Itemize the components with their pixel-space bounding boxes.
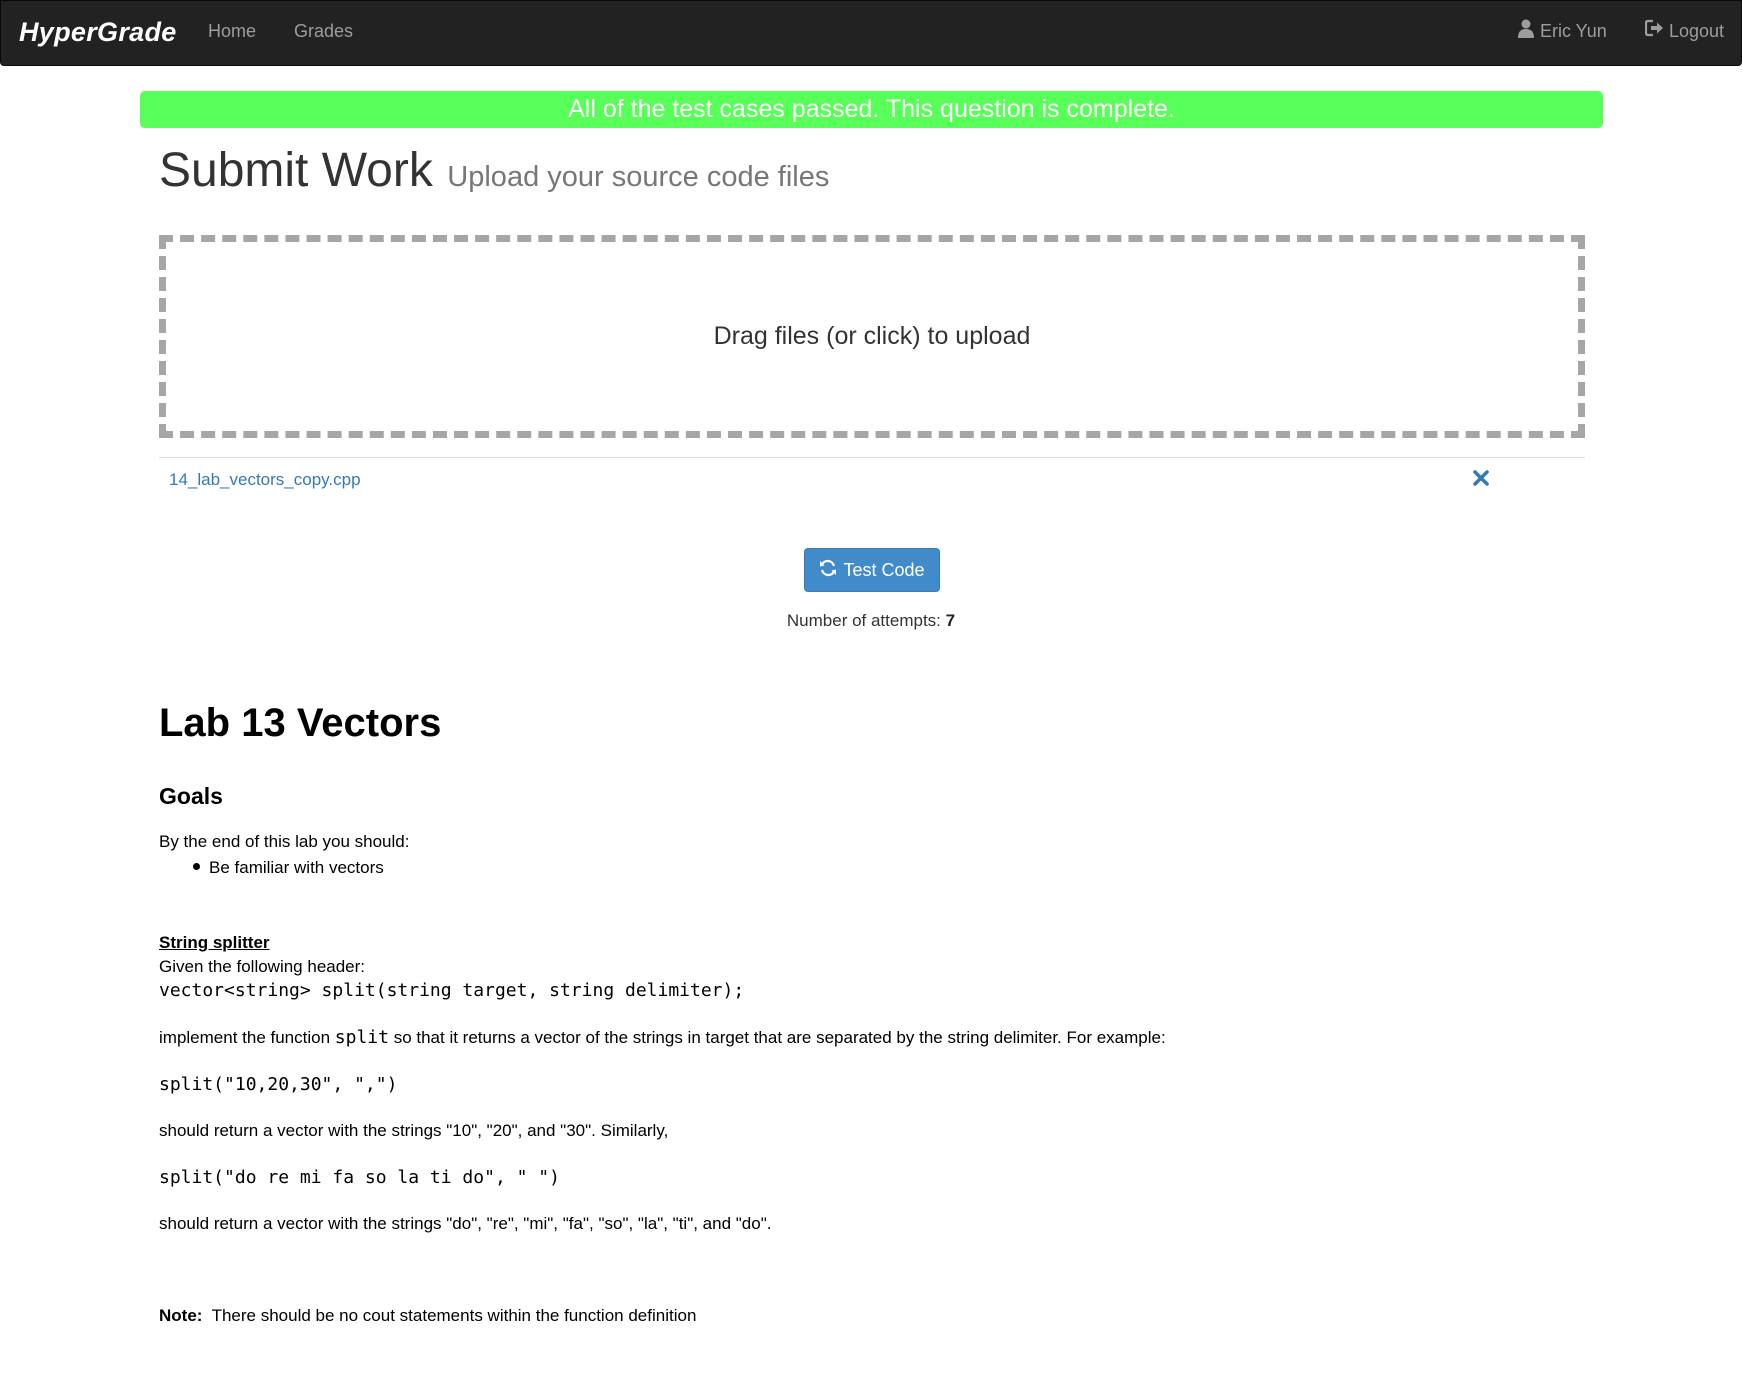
file-dropzone[interactable]: Drag files (or click) to upload: [159, 235, 1585, 438]
result1-text: should return a vector with the strings …: [159, 1121, 669, 1140]
uploaded-file-list: 14_lab_vectors_copy.cpp: [159, 457, 1585, 503]
test-code-button[interactable]: Test Code: [804, 548, 940, 592]
nav-home-link[interactable]: Home: [208, 19, 256, 43]
example1-code: split("10,20,30", ","): [159, 1074, 398, 1095]
page-subtitle: Upload your source code files: [447, 161, 830, 193]
given-text: Given the following header:: [159, 957, 366, 976]
uploaded-file-link[interactable]: 14_lab_vectors_copy.cpp: [169, 470, 361, 490]
page-header: Submit Work Upload your source code file…: [159, 143, 829, 198]
user-icon: [1518, 19, 1534, 44]
test-code-label: Test Code: [843, 559, 925, 580]
attempts-counter: Number of attempts: 7: [0, 611, 1742, 631]
dropzone-label: Drag files (or click) to upload: [713, 322, 1031, 350]
logout-label: Logout: [1669, 21, 1725, 41]
success-alert: All of the test cases passed. This quest…: [140, 91, 1603, 128]
attempts-count: 7: [945, 611, 956, 630]
user-menu-link[interactable]: Eric Yun: [1518, 19, 1607, 43]
implement-paragraph: implement the function split so that it …: [159, 1027, 1166, 1049]
bullet-icon: [193, 863, 200, 871]
user-name: Eric Yun: [1540, 21, 1607, 41]
brand-logo[interactable]: HyperGrade: [19, 14, 177, 50]
note-label: Note:: [159, 1306, 203, 1325]
section-title: String splitter: [159, 933, 270, 952]
note-paragraph: Note: There should be no cout statements…: [159, 1305, 696, 1327]
header-code: vector<string> split(string target, stri…: [159, 980, 745, 1001]
goal-list-item: Be familiar with vectors: [193, 857, 384, 879]
implement-code: split: [334, 1027, 389, 1048]
goals-heading: Goals: [159, 783, 223, 809]
attempts-label: Number of attempts:: [786, 611, 941, 630]
goal-text: Be familiar with vectors: [209, 858, 384, 877]
note-text: There should be no cout statements withi…: [211, 1306, 697, 1325]
logout-link[interactable]: Logout: [1644, 19, 1725, 43]
example2-code: split("do re mi fa so la ti do", " "): [159, 1167, 560, 1188]
result2-text: should return a vector with the strings …: [159, 1214, 772, 1233]
top-navbar: HyperGrade Home Grades Eric Yun Logout: [0, 0, 1742, 66]
goals-intro: By the end of this lab you should:: [159, 832, 410, 851]
refresh-icon: [819, 559, 837, 582]
implement-post: so that it returns a vector of the strin…: [393, 1028, 1166, 1047]
logout-icon: [1644, 19, 1664, 43]
remove-file-icon[interactable]: [1470, 466, 1492, 490]
implement-pre: implement the function: [159, 1028, 331, 1047]
page-title: Submit Work: [159, 144, 433, 197]
lab-title: Lab 13 Vectors: [159, 701, 442, 745]
nav-grades-link[interactable]: Grades: [294, 19, 353, 43]
